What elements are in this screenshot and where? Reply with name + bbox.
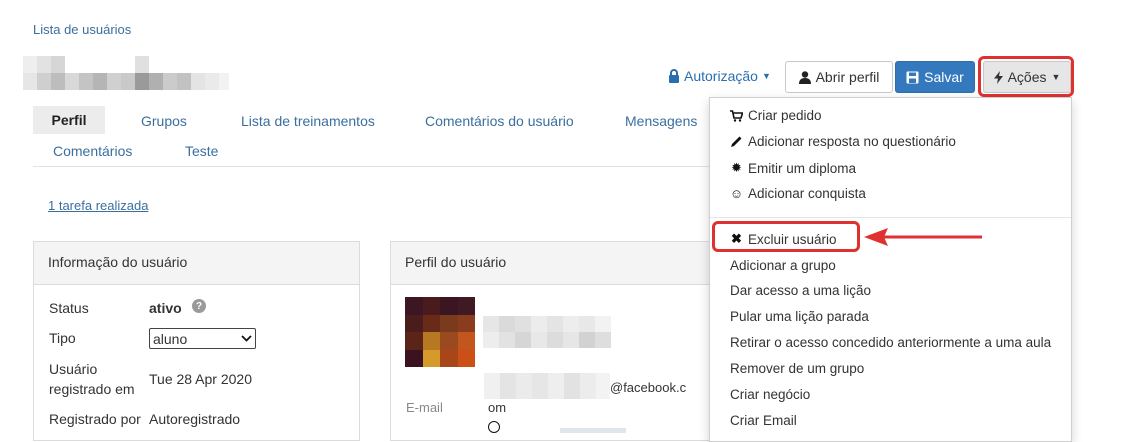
pencil-icon [730, 135, 743, 148]
menu-item-label: Adicionar conquista [748, 186, 866, 201]
blurred-profile-name [483, 316, 628, 348]
menu-item-create-deal[interactable]: Criar negócio [730, 387, 810, 402]
registered-at-value: Tue 28 Apr 2020 [149, 371, 253, 387]
blurred-email-prefix [484, 373, 610, 399]
registered-at-label-line1: Usuário [49, 361, 98, 377]
menu-item-add-achievement[interactable]: ☺ Adicionar conquista [730, 186, 866, 201]
menu-item-label: Criar Email [730, 413, 797, 428]
tabs-divider [33, 166, 723, 167]
smile-icon: ☺ [729, 186, 744, 201]
menu-item-label: Retirar o acesso concedido anteriormente… [730, 335, 1052, 350]
lock-icon [669, 69, 679, 83]
tab-user-comments[interactable]: Comentários do usuário [425, 113, 574, 129]
menu-item-label: Criar pedido [748, 108, 822, 123]
menu-item-revoke-lesson-access[interactable]: Retirar o acesso concedido anteriormente… [730, 335, 1051, 350]
menu-item-label: Adicionar resposta no questionário [748, 134, 956, 149]
open-profile-button[interactable]: Abrir perfil [785, 61, 893, 93]
caret-down-icon: ▼ [761, 71, 771, 81]
chevron-down-icon [241, 335, 252, 342]
email-suffix-line1: @facebook.c [610, 380, 687, 395]
authorization-label: Autorização [684, 68, 758, 84]
delete-user-highlight-box [712, 221, 860, 252]
status-label: Status [49, 300, 89, 316]
registered-at-label-line2: registrado em [49, 381, 135, 397]
menu-item-label: Remover de um grupo [730, 361, 865, 376]
menu-item-label: Emitir um diploma [748, 160, 857, 176]
authorization-dropdown[interactable]: Autorização ▼ [668, 68, 771, 84]
type-select-value: aluno [153, 330, 188, 347]
user-profile-title: Perfil do usuário [391, 242, 719, 285]
menu-item-skip-stalled-lesson[interactable]: Pular uma lição parada [730, 309, 869, 324]
menu-item-label: Pular uma lição parada [730, 309, 869, 324]
breadcrumb-user-list[interactable]: Lista de usuários [33, 22, 131, 37]
user-icon [798, 70, 811, 84]
tab-comments[interactable]: Comentários [53, 143, 132, 159]
type-label: Tipo [49, 330, 76, 346]
tab-messages[interactable]: Mensagens [625, 113, 697, 129]
registered-by-label: Registrado por [49, 411, 141, 427]
user-info-title: Informação do usuário [34, 242, 359, 285]
email-label: E-mail [406, 400, 443, 415]
avatar [405, 297, 475, 367]
tab-groups[interactable]: Grupos [141, 113, 187, 129]
menu-divider [710, 217, 1071, 218]
status-value: ativo [149, 300, 182, 316]
menu-item-label: Criar negócio [730, 387, 811, 402]
cart-icon [730, 109, 743, 122]
tab-training-list[interactable]: Lista de treinamentos [241, 113, 375, 129]
blurred-field [560, 428, 626, 433]
save-label: Salvar [924, 69, 964, 85]
menu-item-add-quiz-answer[interactable]: Adicionar resposta no questionário [730, 134, 956, 149]
tab-test[interactable]: Teste [185, 143, 218, 159]
save-button[interactable]: Salvar [895, 61, 975, 93]
menu-item-label: Adicionar a grupo [730, 258, 836, 273]
menu-item-create-order[interactable]: Criar pedido [730, 108, 822, 123]
email-suffix-line2: om [488, 400, 507, 415]
tasks-completed-link[interactable]: 1 tarefa realizada [48, 198, 148, 213]
open-profile-label: Abrir perfil [815, 69, 880, 85]
menu-item-issue-diploma[interactable]: ✹ Emitir um diploma [730, 160, 856, 176]
menu-item-label: Dar acesso a uma lição [730, 283, 872, 298]
actions-highlight-box [978, 56, 1074, 97]
help-icon[interactable]: ? [192, 299, 206, 313]
red-arrow-annotation [864, 228, 982, 246]
menu-item-create-email[interactable]: Criar Email [730, 413, 797, 428]
floppy-disk-icon [906, 71, 919, 83]
type-select[interactable]: aluno [149, 328, 256, 349]
menu-item-add-to-group[interactable]: Adicionar a grupo [730, 258, 836, 273]
blurred-user-name [23, 56, 229, 90]
certificate-icon: ✹ [731, 160, 742, 175]
menu-item-grant-lesson-access[interactable]: Dar acesso a uma lição [730, 283, 871, 298]
menu-item-remove-from-group[interactable]: Remover de um grupo [730, 361, 864, 376]
actions-dropdown-menu: Criar pedido Adicionar resposta no quest… [709, 97, 1072, 442]
tab-profile[interactable]: Perfil [33, 106, 105, 134]
radio-button[interactable] [488, 421, 500, 433]
registered-by-value: Autoregistrado [149, 411, 241, 427]
